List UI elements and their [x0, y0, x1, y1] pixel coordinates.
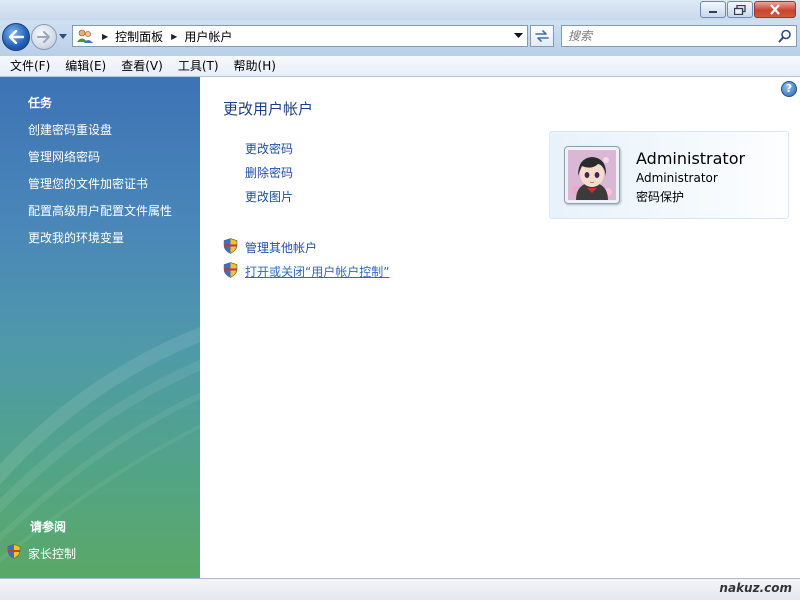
address-bar[interactable]: ▶ 控制面板 ▶ 用户帐户: [72, 25, 528, 47]
user-picture-icon: [568, 150, 616, 200]
search-box[interactable]: [561, 25, 797, 47]
arrow-right-icon: [37, 31, 50, 43]
title-bar: [0, 0, 800, 20]
restore-button[interactable]: [727, 1, 753, 18]
account-password-status: 密码保护: [636, 190, 685, 204]
uac-shield-icon: [223, 262, 238, 278]
change-picture-link[interactable]: 更改图片: [245, 188, 293, 205]
help-icon[interactable]: ?: [781, 81, 797, 97]
task-create-reset-disk[interactable]: 创建密码重设盘: [28, 121, 112, 138]
account-type: Administrator: [636, 171, 718, 185]
tasks-heading: 任务: [28, 96, 53, 110]
navigation-bar: ▶ 控制面板 ▶ 用户帐户: [0, 20, 800, 56]
main-content: ? 更改用户帐户 更改密码 删除密码 更改图片 管理其他帐户 打开或关闭“用户帐…: [200, 77, 800, 578]
avatar[interactable]: [564, 146, 620, 204]
remove-password-link[interactable]: 删除密码: [245, 164, 293, 181]
arrow-left-icon: [8, 30, 24, 44]
restore-icon: [734, 4, 746, 15]
search-input[interactable]: [562, 26, 762, 46]
breadcrumb-user-accounts[interactable]: 用户帐户: [184, 28, 232, 45]
toggle-uac-link[interactable]: 打开或关闭“用户帐户控制”: [245, 263, 389, 280]
page-title: 更改用户帐户: [223, 100, 314, 118]
refresh-icon: [535, 30, 549, 42]
watermark: nakuz.com: [719, 581, 792, 595]
account-name: Administrator: [636, 149, 746, 168]
minimize-icon: [709, 10, 717, 13]
task-change-environment-variables[interactable]: 更改我的环境变量: [28, 229, 124, 246]
menu-bar: 文件(F) 编辑(E) 查看(V) 工具(T) 帮助(H): [0, 56, 800, 77]
window-controls: [700, 1, 796, 18]
search-icon[interactable]: [778, 29, 792, 43]
menu-file[interactable]: 文件(F): [4, 57, 56, 76]
refresh-button[interactable]: [530, 25, 554, 47]
see-also-heading: 请参阅: [30, 520, 67, 534]
see-also-parental-controls[interactable]: 家长控制: [28, 545, 76, 562]
close-icon: [770, 4, 780, 15]
address-dropdown-icon[interactable]: [514, 33, 523, 39]
menu-edit[interactable]: 编辑(E): [59, 57, 112, 76]
user-accounts-icon: [77, 29, 93, 43]
account-card: Administrator Administrator 密码保护: [549, 131, 789, 219]
menu-tools[interactable]: 工具(T): [172, 57, 225, 76]
breadcrumb-control-panel[interactable]: 控制面板: [115, 28, 163, 45]
breadcrumb-separator-icon[interactable]: ▶: [102, 32, 108, 41]
manage-other-accounts-link[interactable]: 管理其他帐户: [245, 239, 317, 256]
close-button[interactable]: [754, 1, 796, 18]
status-bar: nakuz.com: [0, 578, 800, 600]
uac-shield-icon: [223, 238, 238, 254]
task-manage-encryption-certificates[interactable]: 管理您的文件加密证书: [28, 175, 148, 192]
menu-view[interactable]: 查看(V): [115, 57, 169, 76]
breadcrumb-separator-icon[interactable]: ▶: [171, 32, 177, 41]
task-manage-network-passwords[interactable]: 管理网络密码: [28, 148, 100, 165]
change-password-link[interactable]: 更改密码: [245, 140, 293, 157]
forward-button[interactable]: [31, 24, 57, 50]
task-configure-profile-properties[interactable]: 配置高级用户配置文件属性: [28, 202, 172, 219]
shield-icon: [7, 544, 21, 559]
back-button[interactable]: [2, 23, 30, 51]
task-pane: 任务 创建密码重设盘 管理网络密码 管理您的文件加密证书 配置高级用户配置文件属…: [0, 77, 200, 578]
menu-help[interactable]: 帮助(H): [228, 57, 282, 76]
history-dropdown-icon[interactable]: [58, 33, 68, 41]
minimize-button[interactable]: [700, 1, 726, 18]
